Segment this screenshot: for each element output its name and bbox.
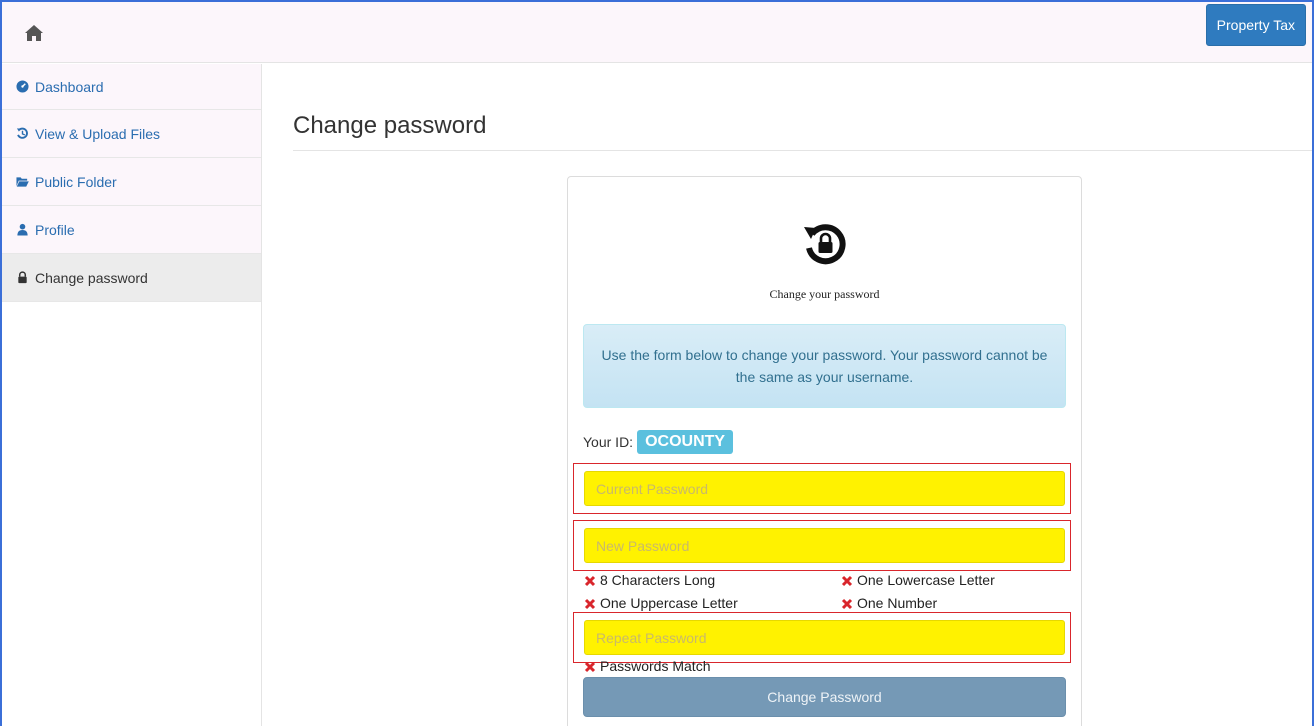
- card-subtitle: Change your password: [769, 287, 880, 301]
- sidebar-item-dashboard[interactable]: Dashboard: [2, 64, 261, 110]
- property-tax-button[interactable]: Property Tax: [1205, 4, 1306, 46]
- rule-uppercase: One Uppercase Letter: [584, 595, 738, 611]
- sidebar-item-label: Change password: [35, 269, 148, 286]
- rule-label: Passwords Match: [600, 658, 711, 674]
- sidebar-item-public-folder[interactable]: Public Folder: [2, 158, 261, 206]
- rule-label: 8 Characters Long: [600, 572, 716, 588]
- user-id-label: Your ID:: [583, 434, 634, 450]
- rule-length: 8 Characters Long: [584, 572, 715, 588]
- title-divider: [293, 150, 1312, 151]
- lock-icon: [15, 271, 29, 285]
- invalid-x-icon: [584, 597, 596, 610]
- change-password-card: Change your password Use the form below …: [567, 176, 1082, 726]
- user-id-row: Your ID: OCOUNTY: [583, 430, 734, 454]
- sidebar-item-profile[interactable]: Profile: [2, 206, 261, 254]
- sidebar: Dashboard View & Upload Files Public Fol…: [2, 64, 262, 726]
- new-password-input[interactable]: [584, 528, 1065, 563]
- sidebar-item-label: Dashboard: [35, 78, 104, 95]
- current-password-group: [573, 463, 1071, 514]
- invalid-x-icon: [584, 574, 596, 587]
- sidebar-item-change-password[interactable]: Change password: [2, 254, 261, 302]
- sidebar-item-view-upload-files[interactable]: View & Upload Files: [2, 110, 261, 158]
- invalid-x-icon: [841, 574, 853, 587]
- dashboard-icon: [15, 80, 29, 94]
- page-title: Change password: [293, 112, 487, 139]
- new-password-group: [573, 520, 1071, 571]
- home-icon[interactable]: [24, 24, 44, 42]
- rule-label: One Uppercase Letter: [600, 595, 738, 611]
- user-icon: [15, 223, 29, 237]
- repeat-password-input[interactable]: [584, 620, 1065, 655]
- folder-open-icon: [15, 175, 29, 189]
- invalid-x-icon: [584, 660, 596, 673]
- repeat-password-group: [573, 612, 1071, 663]
- rule-match: Passwords Match: [584, 658, 710, 674]
- change-password-button[interactable]: Change Password: [583, 677, 1066, 717]
- invalid-x-icon: [841, 597, 853, 610]
- rule-lowercase: One Lowercase Letter: [841, 572, 995, 588]
- top-navbar: Property Tax: [2, 2, 1312, 63]
- current-password-input[interactable]: [584, 471, 1065, 506]
- sidebar-item-label: Profile: [35, 221, 75, 238]
- rule-label: One Lowercase Letter: [857, 572, 995, 588]
- password-reset-icon: [800, 218, 850, 268]
- rule-number: One Number: [841, 595, 937, 611]
- sidebar-item-label: Public Folder: [35, 173, 117, 190]
- sidebar-item-label: View & Upload Files: [35, 125, 161, 142]
- user-id-badge: OCOUNTY: [637, 430, 734, 454]
- info-alert: Use the form below to change your passwo…: [583, 324, 1066, 408]
- rule-label: One Number: [857, 595, 938, 611]
- history-icon: [15, 127, 29, 141]
